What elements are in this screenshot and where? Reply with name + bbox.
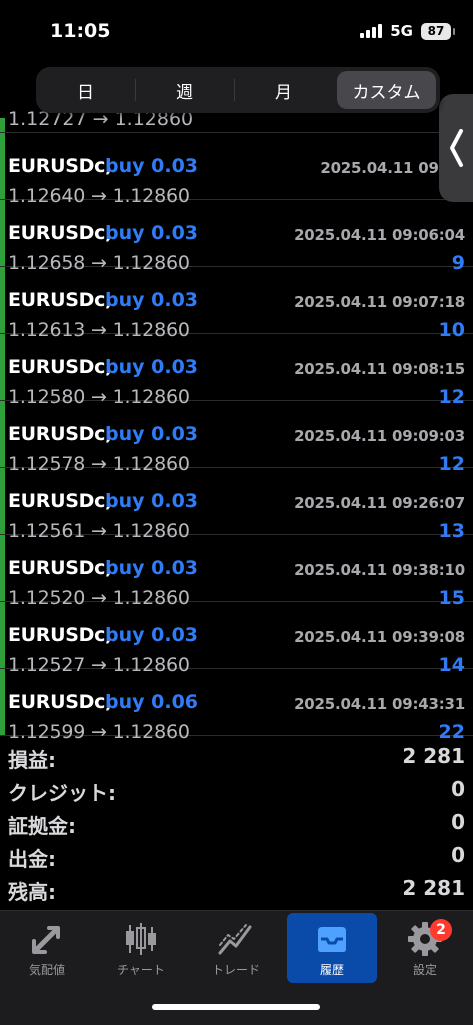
buy-indicator-bar bbox=[0, 602, 5, 668]
trade-side-volume: buy 0.03 bbox=[105, 289, 199, 311]
trade-row[interactable]: EURUSDc, buy 0.03 2025.04.11 09:26:07 1.125… bbox=[0, 468, 473, 542]
buy-indicator-bar bbox=[0, 334, 5, 400]
buy-indicator-bar bbox=[0, 200, 5, 266]
trade-datetime: 2025.04.11 09:09:03 bbox=[294, 427, 465, 445]
summary-withdrawal: 出金: 0 bbox=[0, 839, 473, 872]
trade-datetime: 2025.04.11 09:07:18 bbox=[294, 293, 465, 311]
tab-day[interactable]: 日 bbox=[36, 67, 135, 113]
trade-datetime: 2025.04.11 09:26:07 bbox=[294, 494, 465, 512]
trade-side-volume: buy 0.03 bbox=[105, 222, 199, 244]
tab-label: 気配値 bbox=[28, 963, 65, 977]
summary-label: 損益: bbox=[8, 748, 56, 772]
trade-side-volume: buy 0.03 bbox=[105, 423, 199, 445]
buy-indicator-bar bbox=[0, 133, 5, 199]
tab-quotes[interactable]: 気配値 bbox=[2, 913, 92, 983]
notification-badge: 2 bbox=[430, 919, 452, 941]
trade-datetime: 2025.04.11 09:08:15 bbox=[294, 360, 465, 378]
cellular-signal-icon bbox=[360, 24, 383, 38]
summary-label: クレジット: bbox=[8, 781, 116, 805]
summary-label: 出金: bbox=[8, 847, 56, 871]
tab-chart[interactable]: チャート bbox=[96, 913, 186, 983]
tab-custom[interactable]: カスタム bbox=[337, 71, 436, 109]
status-time: 11:05 bbox=[50, 20, 111, 42]
summary-value: 2 281 bbox=[402, 876, 465, 900]
trade-side-volume: buy 0.03 bbox=[105, 624, 199, 646]
summary-label: 証拠金: bbox=[8, 814, 76, 838]
tab-label: 設定 bbox=[412, 963, 437, 977]
quotes-arrows-icon bbox=[32, 926, 60, 954]
trade-row[interactable]: EURUSDc, buy 0.03 2025.04.11 09:07:18 1.126… bbox=[0, 267, 473, 341]
tab-settings[interactable]: 設定 2 bbox=[380, 913, 470, 983]
trade-row[interactable]: EURUSDc, buy 0.03 2025.04.11 09:06:04 1.126… bbox=[0, 200, 473, 274]
home-indicator bbox=[152, 1004, 320, 1010]
tab-history[interactable]: 履歴 bbox=[287, 913, 377, 983]
buy-indicator-bar bbox=[0, 468, 5, 534]
trade-row[interactable]: EURUSDc, buy 0.03 2025.04.11 09:08:15 1.125… bbox=[0, 334, 473, 408]
summary-deposit: 証拠金: 0 bbox=[0, 806, 473, 839]
tab-month[interactable]: 月 bbox=[234, 67, 333, 113]
tab-trade[interactable]: トレード bbox=[191, 913, 281, 983]
chevron-left-icon bbox=[450, 129, 463, 167]
trade-row[interactable]: EURUSDc, buy 0.06 2025.04.11 09:43:31 1.125… bbox=[0, 669, 473, 743]
battery-icon: 87 bbox=[421, 22, 455, 40]
trade-row[interactable]: EURUSDc, buy 0.03 2025.04.11 09:09:03 1.125… bbox=[0, 401, 473, 475]
trade-symbol: EURUSDc, bbox=[8, 557, 113, 579]
trade-row[interactable]: EURUSDc, buy 0.03 2025.04.11 09:39:08 1.125… bbox=[0, 602, 473, 676]
trade-symbol: EURUSDc, bbox=[8, 222, 113, 244]
summary-value: 0 bbox=[451, 843, 465, 867]
tab-week[interactable]: 週 bbox=[135, 67, 234, 113]
trade-chart-icon bbox=[218, 924, 252, 955]
trade-symbol: EURUSDc, bbox=[8, 423, 113, 445]
trade-row[interactable]: EURUSDc, buy 0.03 2025.04.11 09:04 1.12640 … bbox=[0, 133, 473, 207]
buy-indicator-bar bbox=[0, 118, 5, 132]
tab-label: 履歴 bbox=[319, 963, 344, 977]
summary-value: 2 281 bbox=[402, 744, 465, 768]
trade-symbol: EURUSDc, bbox=[8, 691, 113, 713]
status-bar: 11:05 5G 87 bbox=[0, 0, 473, 62]
trade-datetime: 2025.04.11 09:06:04 bbox=[294, 226, 465, 244]
account-summary: 損益: 2 281 クレジット: 0 証拠金: 0 出金: 0 残高: 2 28… bbox=[0, 740, 473, 905]
buy-indicator-bar bbox=[0, 535, 5, 601]
trade-datetime: 2025.04.11 09:38:10 bbox=[294, 561, 465, 579]
side-panel-handle[interactable] bbox=[439, 94, 473, 202]
network-type: 5G bbox=[390, 22, 413, 40]
trade-side-volume: buy 0.03 bbox=[105, 557, 199, 579]
trade-symbol: EURUSDc, bbox=[8, 490, 113, 512]
trade-datetime: 2025.04.11 09:39:08 bbox=[294, 628, 465, 646]
trade-datetime: 2025.04.11 09:43:31 bbox=[294, 695, 465, 713]
trade-symbol: EURUSDc, bbox=[8, 624, 113, 646]
candlestick-icon bbox=[126, 923, 156, 955]
trade-side-volume: buy 0.03 bbox=[105, 155, 199, 177]
summary-value: 0 bbox=[451, 777, 465, 801]
trade-history-list[interactable]: 1.12727 → 1.12860 EURUSDc, buy 0.03 2025.0… bbox=[0, 108, 473, 743]
buy-indicator-bar bbox=[0, 267, 5, 333]
buy-indicator-bar bbox=[0, 401, 5, 467]
trade-side-volume: buy 0.03 bbox=[105, 356, 199, 378]
trade-row-partial[interactable]: 1.12727 → 1.12860 bbox=[0, 108, 473, 133]
trade-row[interactable]: EURUSDc, buy 0.03 2025.04.11 09:38:10 1.125… bbox=[0, 535, 473, 609]
trade-symbol: EURUSDc, bbox=[8, 289, 113, 311]
summary-profit: 損益: 2 281 bbox=[0, 740, 473, 773]
summary-balance: 残高: 2 281 bbox=[0, 872, 473, 905]
buy-indicator-bar bbox=[0, 669, 5, 735]
summary-value: 0 bbox=[451, 810, 465, 834]
trade-side-volume: buy 0.06 bbox=[105, 691, 199, 713]
trade-side-volume: buy 0.03 bbox=[105, 490, 199, 512]
trade-symbol: EURUSDc, bbox=[8, 155, 113, 177]
tab-label: チャート bbox=[117, 963, 165, 977]
tab-label: トレード bbox=[211, 963, 260, 977]
summary-credit: クレジット: 0 bbox=[0, 773, 473, 806]
inbox-history-icon bbox=[318, 927, 346, 952]
trade-symbol: EURUSDc, bbox=[8, 356, 113, 378]
period-selector: 日 週 月 カスタム bbox=[36, 67, 440, 113]
summary-label: 残高: bbox=[8, 880, 56, 904]
